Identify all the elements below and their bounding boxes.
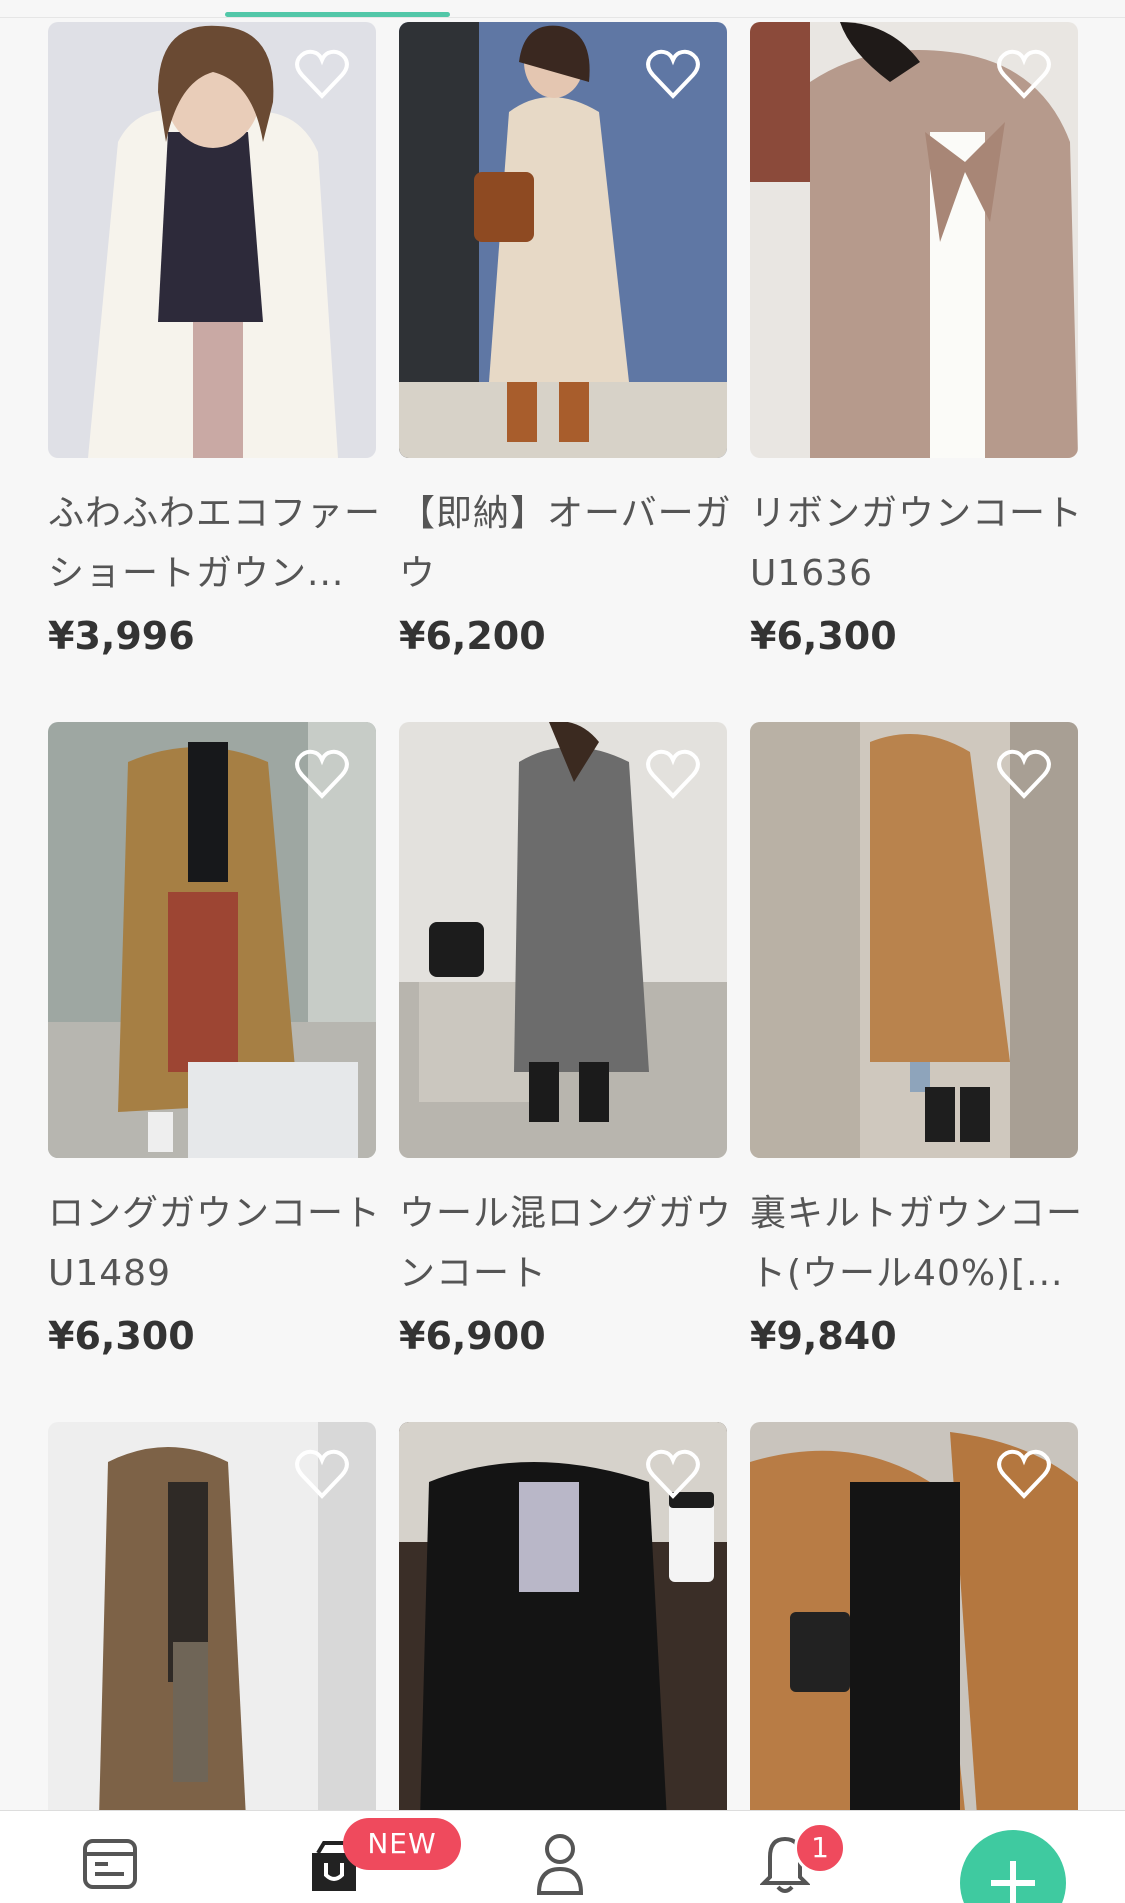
- notification-count-badge: 1: [794, 1822, 846, 1874]
- product-photo[interactable]: [399, 1422, 727, 1858]
- product-photo[interactable]: [399, 722, 727, 1158]
- favorite-heart-icon[interactable]: [645, 48, 701, 100]
- product-title[interactable]: 裏キルトガウンコー ト(ウール40%)[...: [750, 1184, 1095, 1304]
- product-price: ¥6,900: [399, 1314, 546, 1358]
- favorite-heart-icon[interactable]: [645, 1448, 701, 1500]
- product-title[interactable]: 【即納】オーバーガウ ンコート U15...: [399, 484, 744, 604]
- top-tab-strip: [0, 0, 1125, 18]
- product-title[interactable]: ふわふわエコファー ショートガウン...: [48, 484, 393, 604]
- product-photo[interactable]: [48, 722, 376, 1158]
- favorite-heart-icon[interactable]: [996, 748, 1052, 800]
- browser-icon[interactable]: [82, 1836, 138, 1903]
- product-title[interactable]: リボンガウンコート U1636: [750, 484, 1095, 604]
- product-photo[interactable]: [48, 1422, 376, 1858]
- favorite-heart-icon[interactable]: [294, 748, 350, 800]
- product-photo[interactable]: [399, 22, 727, 458]
- product-price: ¥3,996: [48, 614, 195, 658]
- product-title[interactable]: ウール混ロングガウ ンコート: [399, 1184, 744, 1304]
- product-price: ¥6,300: [750, 614, 897, 658]
- product-photo[interactable]: [750, 1422, 1078, 1858]
- new-badge: NEW: [343, 1818, 461, 1870]
- favorite-heart-icon[interactable]: [996, 48, 1052, 100]
- product-price: ¥6,200: [399, 614, 546, 658]
- product-price: ¥6,300: [48, 1314, 195, 1358]
- product-title[interactable]: ロングガウンコート U1489: [48, 1184, 393, 1304]
- plus-icon: [991, 1861, 1035, 1903]
- active-tab-indicator: [225, 12, 450, 17]
- bottom-tab-bar: [0, 1810, 1125, 1903]
- favorite-heart-icon[interactable]: [294, 1448, 350, 1500]
- product-photo[interactable]: [750, 22, 1078, 458]
- product-photo[interactable]: [48, 22, 376, 458]
- favorite-heart-icon[interactable]: [645, 748, 701, 800]
- favorite-heart-icon[interactable]: [996, 1448, 1052, 1500]
- product-photo[interactable]: [750, 722, 1078, 1158]
- favorite-heart-icon[interactable]: [294, 48, 350, 100]
- product-price: ¥9,840: [750, 1314, 897, 1358]
- profile-icon[interactable]: [535, 1831, 585, 1903]
